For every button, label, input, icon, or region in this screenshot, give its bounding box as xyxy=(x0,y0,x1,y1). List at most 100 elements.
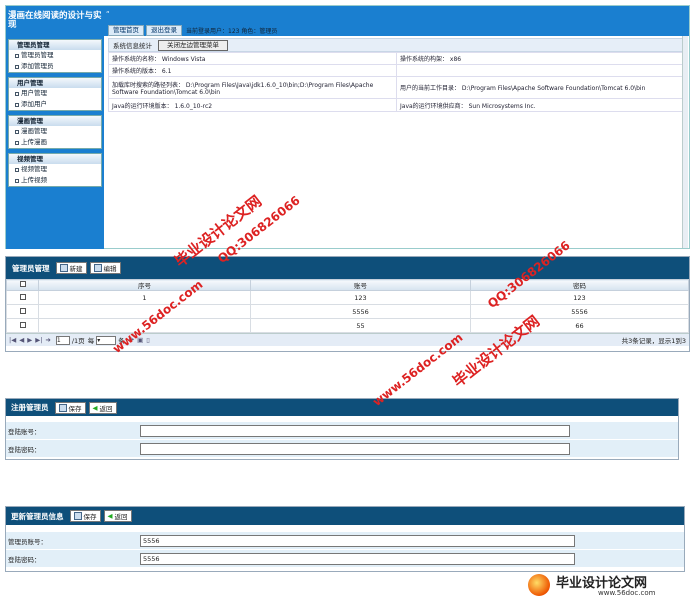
working-dir: 用户的当前工作目录： D:\Program Files\Apache Softw… xyxy=(396,76,688,99)
register-header: 注册管理员 保存 ◀ 返回 xyxy=(6,399,678,416)
field-label: 登陆账号： xyxy=(8,427,41,436)
sidebar-group-comic: 漫画管理 漫画管理 上传漫画 xyxy=(8,115,102,149)
panel-title: 管理员管理 xyxy=(12,263,50,273)
save-button[interactable]: 保存 xyxy=(69,510,101,522)
table-row[interactable]: 5556 5556 xyxy=(6,304,689,319)
cell: 55 xyxy=(250,318,471,333)
sidebar-item-label: 上传漫画 xyxy=(21,138,47,146)
stats-title: 系统信息统计 xyxy=(113,42,152,50)
new-icon xyxy=(59,264,68,272)
close-sidebar-button[interactable]: 关闭左边管理菜单 xyxy=(158,39,228,51)
logo-url: www.56doc.com xyxy=(598,589,656,597)
edit-icon xyxy=(93,264,102,272)
pager-summary: 共3条记录，显示1到3 xyxy=(621,337,686,345)
new-button[interactable]: 新建 xyxy=(55,262,87,274)
sidebar-group-title[interactable]: 视频管理 xyxy=(9,154,101,164)
sidebar-item-user-manage[interactable]: 用户管理 xyxy=(9,88,101,99)
update-header: 更新管理员信息 保存 ◀ 返回 xyxy=(6,507,684,525)
row-checkbox[interactable] xyxy=(19,307,26,314)
field-label: 登陆密码： xyxy=(8,445,41,454)
button-label: 保存 xyxy=(68,404,82,413)
library-path: 加载库时搜索的路径列表： D:\Program Files\Java\jdk1.… xyxy=(108,76,397,99)
first-page-icon[interactable]: |◀ xyxy=(9,336,16,344)
row-checkbox[interactable] xyxy=(19,293,26,300)
sidebar-item-comic-manage[interactable]: 漫画管理 xyxy=(9,126,101,137)
per-page-label: 每 xyxy=(87,337,95,345)
page-total: /1页 xyxy=(71,337,85,345)
password-row: 登陆密码： xyxy=(6,440,678,458)
print-icon[interactable]: ▯ xyxy=(146,336,150,344)
row-checkbox[interactable] xyxy=(19,321,26,328)
admin-list-header: 管理员管理 新建 编辑 xyxy=(6,257,689,279)
top-nav: 管理首页 退出登录 当前登录用户：123 角色：管理员 xyxy=(108,24,277,36)
next-page-icon[interactable]: ▶ xyxy=(27,336,32,344)
table-row[interactable]: 1 123 123 xyxy=(6,290,689,305)
file-icon xyxy=(15,140,19,145)
button-label: 返回 xyxy=(99,404,113,413)
sidebar-group-user: 用户管理 用户管理 添加用户 xyxy=(8,77,102,111)
top-bar: 漫画在线阅读的设计与实现 “ 管理首页 退出登录 当前登录用户：123 角色：管… xyxy=(6,6,689,36)
sidebar-item-upload-video[interactable]: 上传视频 xyxy=(9,175,101,186)
button-label: 返回 xyxy=(114,513,128,521)
password-input[interactable] xyxy=(140,442,570,455)
button-label: 保存 xyxy=(83,513,97,521)
back-button[interactable]: ◀ 返回 xyxy=(103,510,132,522)
sidebar-item-video-manage[interactable]: 视频管理 xyxy=(9,164,101,175)
go-icon[interactable]: ➜ xyxy=(45,336,50,344)
row-checkbox-cell xyxy=(6,290,39,305)
pager: |◀ ◀ ▶ ▶| ➜ 1 /1页 每 ▾ 条 ⟳ ▣ ▯ 共3条记录，显示1到… xyxy=(6,333,689,346)
cell: 5556 xyxy=(470,304,689,319)
select-all-cell xyxy=(6,279,39,291)
sidebar-group-admin: 管理员管理 管理员管理 添加管理员 xyxy=(8,39,102,73)
table-row[interactable]: 55 66 xyxy=(6,318,689,333)
prev-page-icon[interactable]: ◀ xyxy=(19,336,24,344)
file-icon xyxy=(15,129,19,134)
app-title: 漫画在线阅读的设计与实现 xyxy=(8,11,102,30)
os-version: 操作系统的版本： 6.1 xyxy=(108,64,397,77)
page-number-input[interactable]: 1 xyxy=(55,335,70,345)
account-input[interactable] xyxy=(140,424,570,437)
tab-logout[interactable]: 退出登录 xyxy=(146,24,182,36)
back-button[interactable]: ◀ 返回 xyxy=(88,401,117,414)
edit-button[interactable]: 编辑 xyxy=(89,262,121,274)
update-admin-panel: 更新管理员信息 保存 ◀ 返回 管理员账号： 5556 登陆密码： 5556 xyxy=(5,506,685,572)
os-arch: 操作系统的构架： x86 xyxy=(396,52,688,65)
java-version: Java的运行环境版本： 1.6.0_10-rc2 xyxy=(108,98,397,112)
save-button[interactable]: 保存 xyxy=(54,401,86,414)
cell: 1 xyxy=(38,290,251,305)
sidebar-item-admin-manage[interactable]: 管理员管理 xyxy=(9,50,101,61)
sidebar-item-add-admin[interactable]: 添加管理员 xyxy=(9,61,101,72)
sidebar-group-title[interactable]: 用户管理 xyxy=(9,78,101,88)
panel-title: 更新管理员信息 xyxy=(11,511,64,521)
field-label: 登陆密码： xyxy=(8,555,41,564)
column-header[interactable]: 序号 xyxy=(38,279,251,291)
sidebar-item-upload-comic[interactable]: 上传漫画 xyxy=(9,137,101,148)
admin-list-panel: 管理员管理 新建 编辑 序号 账号 密码 1 123 123 5556 5556 55… xyxy=(5,256,690,352)
sidebar-item-add-user[interactable]: 添加用户 xyxy=(9,99,101,110)
password-input[interactable]: 5556 xyxy=(140,552,575,565)
tab-admin-home[interactable]: 管理首页 xyxy=(108,24,144,36)
logo-icon xyxy=(528,574,550,596)
current-user-info: 当前登录用户：123 角色：管理员 xyxy=(186,27,278,35)
main-content: 系统信息统计 关闭左边管理菜单 操作系统的名称： Windows Vista 操作… xyxy=(108,38,688,112)
last-page-icon[interactable]: ▶| xyxy=(35,336,42,344)
sidebar-group-title[interactable]: 管理员管理 xyxy=(9,40,101,50)
os-name: 操作系统的名称： Windows Vista xyxy=(108,52,397,65)
table-header-row: 序号 账号 密码 xyxy=(6,279,689,291)
account-row: 登陆账号： xyxy=(6,422,678,440)
sidebar-group-title[interactable]: 漫画管理 xyxy=(9,116,101,126)
save-icon xyxy=(58,403,67,412)
empty-cell xyxy=(396,64,688,77)
field-label: 管理员账号： xyxy=(8,537,47,546)
scrollbar[interactable] xyxy=(682,36,688,248)
back-arrow-icon: ◀ xyxy=(92,403,98,412)
site-logo: 毕业设计论文网 www.56doc.com xyxy=(528,572,688,600)
sidebar-group-video: 视频管理 视频管理 上传视频 xyxy=(8,153,102,187)
sidebar-item-label: 用户管理 xyxy=(21,89,47,97)
column-header[interactable]: 账号 xyxy=(250,279,471,291)
select-all-checkbox[interactable] xyxy=(19,281,26,287)
admin-account-input[interactable]: 5556 xyxy=(140,534,575,547)
sidebar-item-label: 添加管理员 xyxy=(21,62,54,70)
title-quote-mark: “ xyxy=(106,10,110,18)
